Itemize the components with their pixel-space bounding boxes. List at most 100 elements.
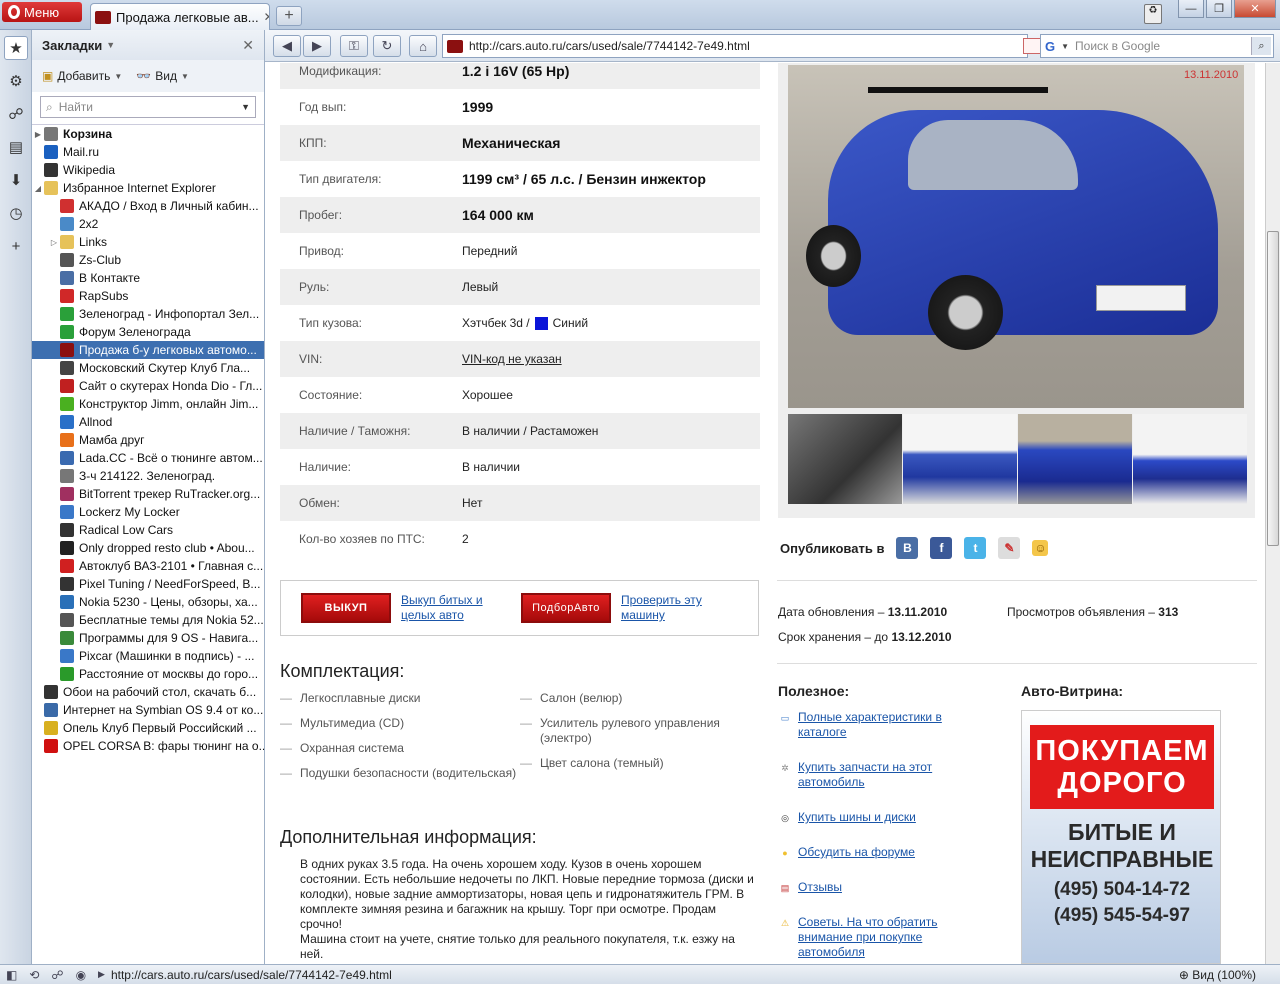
- google-search-input[interactable]: G ▼ Поиск в Google ⌕: [1040, 34, 1274, 58]
- main-car-photo[interactable]: 13.11.2010: [788, 65, 1244, 408]
- bookmark-item[interactable]: ▷ Links: [32, 233, 264, 251]
- bookmark-item[interactable]: В Контакте: [32, 269, 264, 287]
- useful-link[interactable]: Обсудить на форуме: [798, 845, 915, 860]
- bookmark-item[interactable]: RapSubs: [32, 287, 264, 305]
- bookmark-item[interactable]: ◢ Избранное Internet Explorer: [32, 179, 264, 197]
- panel-close-icon[interactable]: ✕: [242, 37, 254, 54]
- add-bookmark-button[interactable]: ▣ Добавить ▼: [42, 69, 122, 83]
- vk-share-icon[interactable]: B: [896, 537, 919, 559]
- widgets-panel-icon[interactable]: ⚙: [4, 69, 28, 93]
- bookmark-label: Nokia 5230 - Цены, обзоры, ха...: [79, 595, 258, 609]
- bookmark-item[interactable]: Автоклуб ВАЗ-2101 • Главная с...: [32, 557, 264, 575]
- bookmark-item[interactable]: Мамба друг: [32, 431, 264, 449]
- podbor-banner-button[interactable]: ПодборАвто: [521, 593, 611, 623]
- zoom-control[interactable]: ⊕ Вид (100%): [1179, 968, 1256, 982]
- back-button[interactable]: ◀: [273, 35, 301, 57]
- view-label: Вид: [155, 69, 177, 83]
- panel-header: Закладки ▼ ✕: [32, 30, 264, 60]
- bookmark-item[interactable]: Only dropped resto club • Abou...: [32, 539, 264, 557]
- address-field[interactable]: http://cars.auto.ru/cars/used/sale/77441…: [442, 34, 1205, 58]
- thumbnail-side[interactable]: [903, 414, 1017, 504]
- bookmark-item[interactable]: Бесплатные темы для Nokia 52...: [32, 611, 264, 629]
- useful-link[interactable]: Полные характеристики в каталоге: [798, 710, 968, 740]
- bookmark-item[interactable]: Расстояние от москвы до горо...: [32, 665, 264, 683]
- bookmark-item[interactable]: Форум Зеленограда: [32, 323, 264, 341]
- view-button[interactable]: 👓 Вид ▼: [136, 69, 189, 83]
- bookmark-item[interactable]: Обои на рабочий стол, скачать б...: [32, 683, 264, 701]
- bookmark-item[interactable]: Продажа б-у легковых автомо...: [32, 341, 264, 359]
- twitter-share-icon[interactable]: t: [964, 537, 987, 559]
- bookmark-item[interactable]: Опель Клуб Первый Российский ...: [32, 719, 264, 737]
- forward-button[interactable]: ▶: [303, 35, 331, 57]
- bookmark-item[interactable]: Pixcar (Машинки в подпись) - ...: [32, 647, 264, 665]
- closed-tabs-trash-icon[interactable]: ♻: [1144, 4, 1162, 24]
- tab-active[interactable]: Продажа легковые ав... ✕: [90, 3, 270, 30]
- bookmark-item[interactable]: BitTorrent трекер RuTracker.org...: [32, 485, 264, 503]
- opera-link-icon[interactable]: ◉: [76, 968, 86, 982]
- thumbnail-rear[interactable]: [1018, 414, 1132, 504]
- bookmark-item[interactable]: Интернет на Symbian OS 9.4 от ко...: [32, 701, 264, 719]
- bookmark-item[interactable]: Сайт о скутерах Honda Dio - Гл...: [32, 377, 264, 395]
- unite-icon[interactable]: ☍: [51, 968, 63, 982]
- bookmark-item[interactable]: Конструктор Jimm, онлайн Jim...: [32, 395, 264, 413]
- thumbnail-profile[interactable]: [1133, 414, 1247, 504]
- thumbnail-interior[interactable]: [788, 414, 902, 504]
- spec-value[interactable]: VIN-код не указан: [462, 352, 562, 366]
- bookmark-item[interactable]: АКАДО / Вход в Личный кабин...: [32, 197, 264, 215]
- bookmark-item[interactable]: Mail.ru: [32, 143, 264, 161]
- maximize-button[interactable]: ❐: [1206, 0, 1232, 18]
- new-tab-button[interactable]: +: [276, 6, 302, 26]
- bookmark-item[interactable]: Зеленоград - Инфопортал Зел...: [32, 305, 264, 323]
- scrollbar-thumb[interactable]: [1267, 231, 1279, 546]
- minimize-button[interactable]: —: [1178, 0, 1204, 18]
- equipment-item: Легкосплавные диски: [280, 691, 520, 706]
- close-window-button[interactable]: ✕: [1234, 0, 1276, 18]
- bookmark-item[interactable]: Zs-Club: [32, 251, 264, 269]
- vertical-scrollbar[interactable]: [1265, 63, 1280, 964]
- bookmark-item[interactable]: З-ч 214122. Зеленоград.: [32, 467, 264, 485]
- notes-panel-icon[interactable]: ▤: [4, 135, 28, 159]
- bookmarks-panel-icon[interactable]: ★: [4, 36, 28, 60]
- unite-panel-icon[interactable]: ☍: [4, 102, 28, 126]
- check-car-link[interactable]: Проверить эту машину: [621, 593, 721, 623]
- expand-arrow-icon[interactable]: ◢: [32, 184, 44, 193]
- tab-close-icon[interactable]: ✕: [264, 10, 269, 24]
- bookmark-item[interactable]: Nokia 5230 - Цены, обзоры, ха...: [32, 593, 264, 611]
- bookmark-item[interactable]: Lockerz My Locker: [32, 503, 264, 521]
- bookmark-item[interactable]: Программы для 9 OS - Навига...: [32, 629, 264, 647]
- bookmark-item[interactable]: OPEL CORSA B: фары тюнинг на о...: [32, 737, 264, 755]
- home-button[interactable]: ⌂: [409, 35, 437, 57]
- bookmark-item[interactable]: Lada.CC - Всё о тюнинге автом...: [32, 449, 264, 467]
- reload-button[interactable]: ↻: [373, 35, 401, 57]
- bookmark-item[interactable]: 2х2: [32, 215, 264, 233]
- expand-arrow-icon[interactable]: ▷: [48, 238, 60, 247]
- useful-link[interactable]: Купить шины и диски: [798, 810, 916, 825]
- expand-arrow-icon[interactable]: ▶: [32, 130, 44, 139]
- facebook-share-icon[interactable]: f: [930, 537, 953, 559]
- downloads-panel-icon[interactable]: ⬇: [4, 168, 28, 192]
- panel-toggle-icon[interactable]: ◧: [6, 968, 17, 982]
- history-panel-icon[interactable]: ◷: [4, 201, 28, 225]
- opera-menu-button[interactable]: Меню: [2, 2, 82, 22]
- bookmark-item[interactable]: Allnod: [32, 413, 264, 431]
- bookmark-item[interactable]: Wikipedia: [32, 161, 264, 179]
- useful-link[interactable]: Отзывы: [798, 880, 842, 895]
- bookmark-item[interactable]: Pixel Tuning / NeedForSpeed, B...: [32, 575, 264, 593]
- livejournal-share-icon[interactable]: ✎: [998, 537, 1021, 559]
- bookmark-item[interactable]: Radical Low Cars: [32, 521, 264, 539]
- useful-link[interactable]: Советы. На что обратить внимание при пок…: [798, 915, 968, 960]
- add-panel-icon[interactable]: +: [4, 234, 28, 258]
- bookmark-item[interactable]: Московский Скутер Клуб Гла...: [32, 359, 264, 377]
- vykup-banner-button[interactable]: ВЫКУП: [301, 593, 391, 623]
- turbo-icon[interactable]: ⟲: [29, 968, 39, 982]
- vykup-link[interactable]: Выкуп битых и целых авто: [401, 593, 501, 623]
- search-go-icon[interactable]: ⌕: [1251, 37, 1271, 55]
- bookmark-item[interactable]: ▶ Корзина: [32, 125, 264, 143]
- dropdown-arrow-icon[interactable]: ▼: [241, 102, 250, 112]
- bookmark-search-input[interactable]: ⌕ Найти ▼: [40, 96, 256, 118]
- advert-banner[interactable]: ПОКУПАЕМ ДОРОГО БИТЫЕ И НЕИСПРАВНЫЕ (495…: [1021, 710, 1221, 964]
- bookmark-label: Бесплатные темы для Nokia 52...: [79, 613, 264, 627]
- odnoklassniki-share-icon[interactable]: ☺: [1032, 540, 1049, 556]
- wand-button[interactable]: ⚿: [340, 35, 368, 57]
- useful-link[interactable]: Купить запчасти на этот автомобиль: [798, 760, 968, 790]
